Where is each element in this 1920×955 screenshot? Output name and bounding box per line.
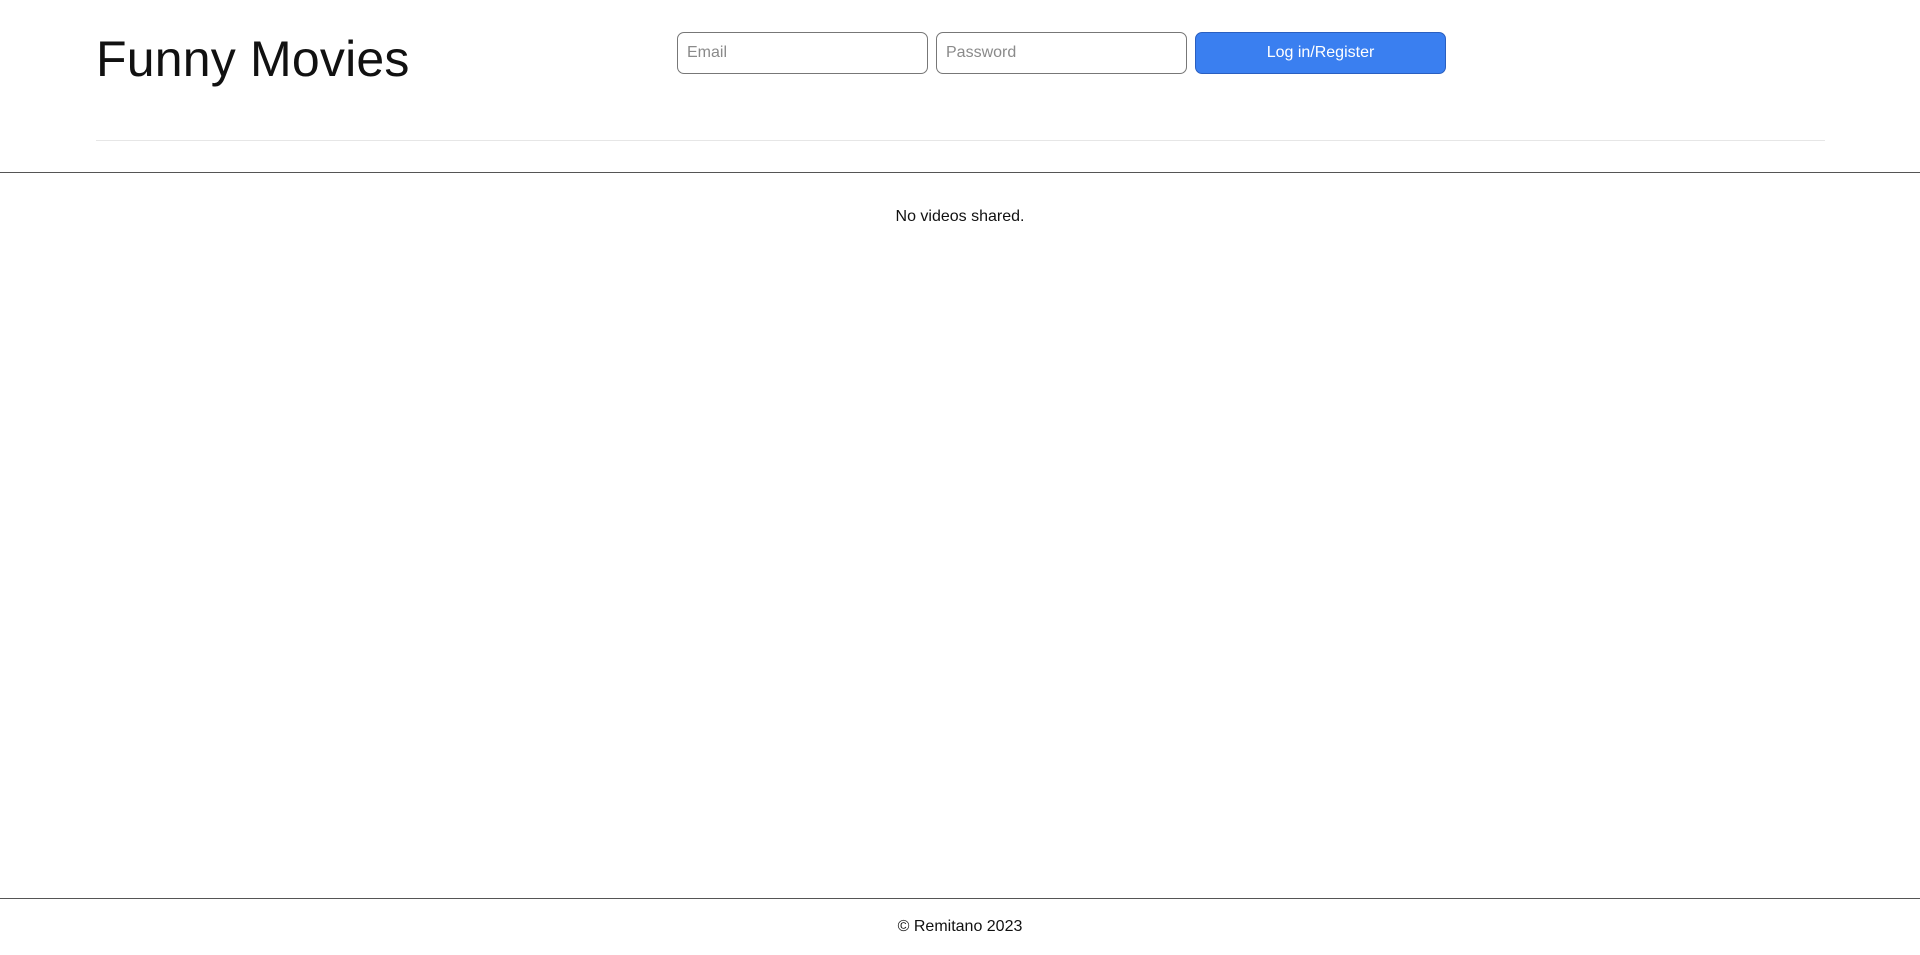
header-divider xyxy=(96,140,1825,141)
video-list: No videos shared. xyxy=(0,174,1920,898)
password-input[interactable] xyxy=(936,32,1187,74)
site-header: Funny Movies Log in/Register xyxy=(0,0,1920,173)
site-footer: © Remitano 2023 xyxy=(0,898,1920,955)
login-form: Log in/Register xyxy=(677,32,1446,74)
page: Funny Movies Log in/Register No videos s… xyxy=(0,0,1920,955)
login-register-button[interactable]: Log in/Register xyxy=(1195,32,1446,74)
site-title: Funny Movies xyxy=(96,31,410,87)
copyright-text: © Remitano 2023 xyxy=(897,918,1023,935)
email-input[interactable] xyxy=(677,32,928,74)
empty-state-message: No videos shared. xyxy=(895,208,1025,225)
